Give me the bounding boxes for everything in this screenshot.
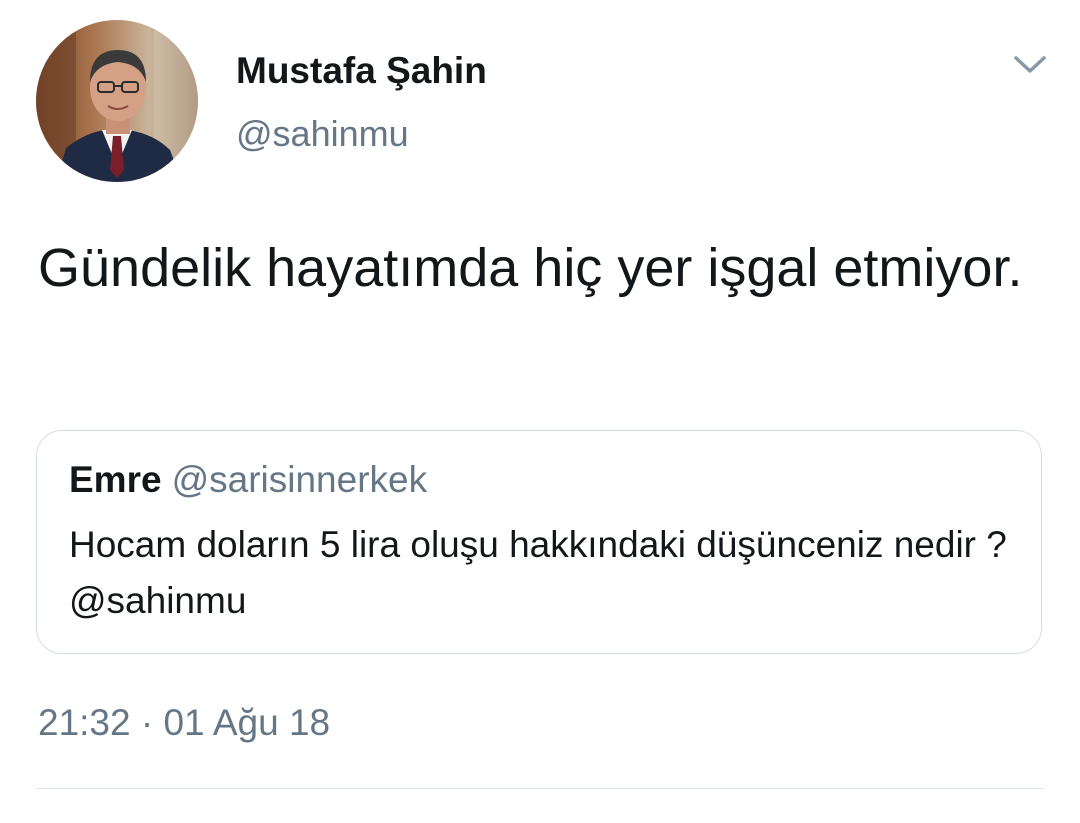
tweet: Mustafa Şahin @sahinmu Gündelik hayatımd… — [0, 0, 1080, 823]
author-name[interactable]: Mustafa Şahin — [236, 50, 487, 92]
tweet-text: Gündelik hayatımda hiç yer işgal etmiyor… — [38, 238, 1023, 298]
quoted-tweet-author: Emre @sarisinnerkek — [69, 459, 427, 501]
quoted-tweet[interactable]: Emre @sarisinnerkek Hocam doların 5 lira … — [36, 430, 1042, 654]
chevron-down-icon[interactable] — [1010, 48, 1050, 80]
avatar-photo — [36, 20, 198, 182]
author-avatar[interactable] — [36, 20, 198, 182]
quoted-tweet-handle[interactable]: @sarisinnerkek — [172, 459, 428, 500]
tweet-timestamp[interactable]: 21:32 · 01 Ağu 18 — [38, 702, 330, 744]
author-handle[interactable]: @sahinmu — [236, 113, 409, 155]
quoted-tweet-text: Hocam doların 5 lira oluşu hakkındaki dü… — [69, 524, 1007, 621]
quoted-tweet-name[interactable]: Emre — [69, 459, 162, 500]
divider — [36, 788, 1044, 789]
